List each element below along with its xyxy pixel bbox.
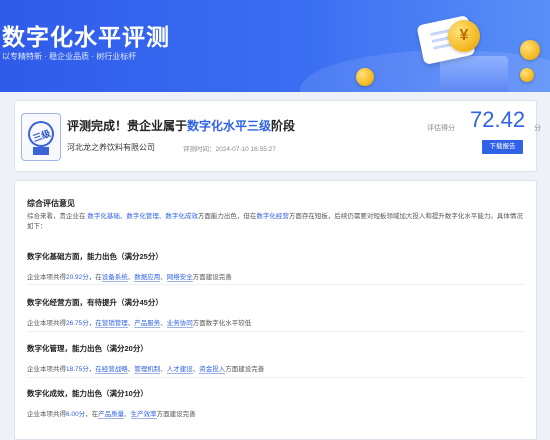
item-description: 企业本项共得6.00分，在产品质量、生产效率方面建设完善	[27, 408, 525, 419]
assessment-card: 综合评估意见 综合来看，贵企业在 数字化基础、数字化管理、数字化成效方面能力出色…	[14, 180, 537, 440]
item-desc-prefix: 企业本项共得	[27, 411, 66, 418]
download-report-button[interactable]: 下载报告	[482, 140, 523, 154]
item-desc-prefix: 企业本项共得	[27, 320, 66, 327]
ribbon-icon	[33, 147, 49, 155]
item-heading: 数字化成效，能力出色（满分10分）	[27, 389, 148, 398]
banner-box-illustration	[440, 56, 508, 92]
item-heading: 数字化管理，能力出色（满分20分）	[27, 344, 148, 353]
assessment-item: 数字化管理，能力出色（满分20分） 企业本项共得18.75分，在经营战略、管理机…	[27, 343, 525, 374]
score-value: 72.42	[470, 107, 526, 132]
tag-separator: 、	[160, 366, 167, 373]
coin-icon	[356, 68, 374, 86]
item-tag: 在经营战略	[95, 366, 128, 374]
coin-icon	[520, 68, 534, 82]
header-banner: ¥ 数字化水平评测 以专精特新 · 稳企业品质 · 树行业标杆	[0, 0, 550, 92]
summary-highlight: 数字化基础、数字化管理、数字化成效	[87, 213, 198, 220]
item-tag: 业务协同	[166, 320, 193, 328]
assessment-item: 数字化成效，能力出色（满分10分） 企业本项共得6.00分，在产品质量、生产效率…	[27, 388, 525, 419]
item-score: 18.75分	[66, 366, 89, 373]
result-card: 三级 评测完成！贵企业属于数字化水平三级阶段 河北龙之养饮料有限公司 评测时间：…	[14, 100, 541, 172]
page-subtitle: 以专精特新 · 稳企业品质 · 树行业标杆	[2, 52, 137, 61]
item-tag: 网络安全	[166, 274, 193, 282]
item-desc-suffix: 方面建设完善	[192, 274, 232, 281]
summary-highlight: 数字化经营	[256, 213, 289, 220]
item-tag: 设备系统	[101, 274, 128, 282]
tag-separator: 、	[160, 320, 167, 327]
medal-icon: 三级	[24, 117, 58, 151]
item-description: 企业本项共得20.92分，在设备系统、数据应用、网络安全方面建设完善	[27, 271, 525, 282]
coin-icon	[520, 40, 540, 60]
evaluation-time: 评测时间：2024-07-10 16:55:27	[183, 143, 276, 153]
item-tag: 管理机制	[134, 366, 161, 374]
company-name: 河北龙之养饮料有限公司	[67, 143, 155, 152]
item-desc-prefix: 企业本项共得	[27, 274, 66, 281]
item-description: 企业本项共得18.75分，在经营战略、管理机制、人才建设、资金投入方面建设完善	[27, 363, 525, 374]
summary-text: 综合来看，贵企业在 数字化基础、数字化管理、数字化成效方面能力出色，但在数字化经…	[27, 212, 525, 232]
item-tag: 人才建设	[166, 366, 193, 374]
summary-segment: 方面能力出色，但在	[197, 213, 257, 220]
score-label: 评估得分	[427, 125, 455, 132]
result-suffix: 阶段	[271, 119, 296, 133]
item-tag: 在营销管理	[95, 320, 128, 328]
item-description: 企业本项共得26.75分，在营销管理、产品服务、业务协同方面数字化水平较低	[27, 317, 525, 328]
divider	[27, 377, 525, 378]
item-desc-suffix: 方面建设完善	[225, 366, 265, 373]
coin-icon: ¥	[448, 20, 480, 52]
item-score: 20.92分	[66, 274, 89, 281]
item-tag: 数据应用	[134, 274, 161, 282]
item-desc-mid: ，在	[85, 411, 99, 418]
tag-separator: 、	[124, 411, 131, 418]
page-title: 数字化水平评测	[2, 25, 170, 51]
assessment-item: 数字化经营方面，有待提升（满分45分） 企业本项共得26.75分，在营销管理、产…	[27, 297, 525, 328]
result-level: 数字化水平三级	[187, 119, 272, 133]
item-desc-mid: ，在	[88, 274, 102, 281]
item-score: 6.00分	[66, 411, 86, 418]
divider	[27, 284, 525, 285]
score-unit: 分	[534, 125, 541, 132]
item-desc-prefix: 企业本项共得	[27, 366, 66, 373]
summary-segment: 综合来看，贵企业在	[27, 213, 88, 220]
result-headline: 评测完成！贵企业属于数字化水平三级阶段	[67, 117, 295, 134]
evaluation-time-label: 评测时间：	[183, 146, 216, 153]
evaluation-time-value: 2024-07-10 16:55:27	[215, 146, 276, 153]
result-prefix: 评测完成！贵企业属于	[67, 119, 188, 133]
assessment-item: 数字化基础方面，能力出色（满分25分） 企业本项共得20.92分，在设备系统 、数…	[27, 251, 525, 282]
item-heading: 数字化基础方面，能力出色（满分25分）	[27, 252, 163, 261]
item-score: 26.75分	[66, 320, 89, 327]
item-desc-suffix: 方面建设完善	[156, 411, 196, 418]
item-heading: 数字化经营方面，有待提升（满分45分）	[27, 298, 163, 307]
item-tag: 产品服务	[134, 320, 161, 328]
item-tag: 资金投入	[199, 366, 226, 374]
item-tag: 生产效率	[130, 411, 157, 419]
divider	[27, 331, 525, 332]
tag-separator: 、	[160, 274, 167, 281]
section-title: 综合评估意见	[27, 199, 75, 208]
item-desc-suffix: 方面数字化水平较低	[192, 320, 252, 327]
item-tag: 产品质量	[98, 411, 125, 419]
level-badge-icon: 三级	[21, 113, 61, 161]
